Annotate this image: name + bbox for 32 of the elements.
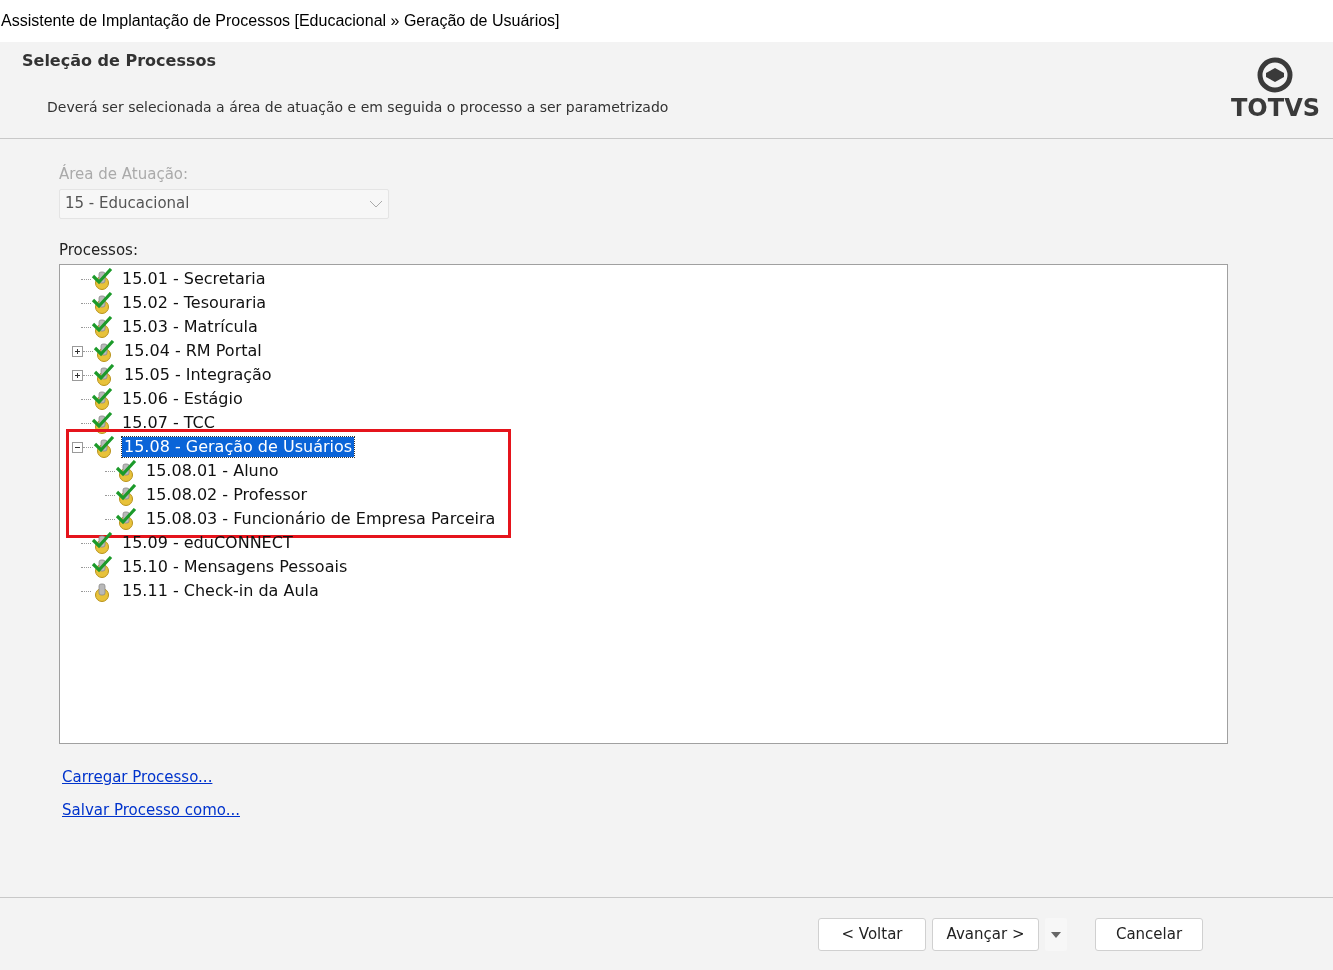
expand-icon[interactable]	[72, 369, 83, 381]
link[interactable]: Carregar Processo...	[62, 766, 213, 789]
tree-item[interactable]: 15.10 - Mensagens Pessoais	[120, 557, 350, 577]
next-button[interactable]: Avançar >	[932, 918, 1039, 951]
dropdown-button[interactable]	[1045, 918, 1067, 951]
tree-item[interactable]: 15.08.01 - Aluno	[144, 461, 281, 481]
field-label: Processos:	[59, 239, 139, 261]
cancel-button[interactable]: Cancelar	[1095, 918, 1203, 951]
section-description: Deverá ser selecionada a área de atuação e em seguida o processo a ser parametrizado	[47, 98, 669, 117]
tree-item[interactable]: 15.09 - eduCONNECT	[120, 533, 295, 553]
logo-icon	[1256, 56, 1295, 94]
tree-item[interactable]: 15.05 - Integração	[122, 365, 274, 385]
tree-item[interactable]: 15.06 - Estágio	[120, 389, 245, 409]
window-title: Assistente de Implantação de Processos [Educacional » Geração de Usuários]	[1, 11, 560, 31]
tree-item[interactable]: 15.03 - Matrícula	[120, 317, 260, 337]
tree-item[interactable]: 15.07 - TCC	[120, 413, 217, 433]
field-label: Área de Atuação:	[59, 163, 190, 185]
back-button[interactable]: < Voltar	[818, 918, 926, 951]
tree-item[interactable]: 15.02 - Tesouraria	[120, 293, 269, 313]
logo-text: TOTVS	[1231, 94, 1320, 122]
caret-icon	[1051, 931, 1061, 938]
tree-item[interactable]: 15.08.02 - Professor	[144, 485, 310, 505]
expand-icon[interactable]	[72, 345, 83, 357]
tree-item[interactable]: 15.01 - Secretaria	[120, 269, 268, 289]
link[interactable]: Salvar Processo como...	[62, 798, 240, 821]
chevron-down-icon	[369, 199, 383, 208]
tree-item[interactable]: 15.11 - Check-in da Aula	[120, 581, 321, 601]
tree-item[interactable]: 15.08.03 - Funcionário de Empresa Parceira	[144, 509, 498, 529]
section-title: Seleção de Processos	[22, 50, 217, 72]
collapse-icon[interactable]	[72, 441, 83, 453]
tree-item[interactable]: 15.04 - RM Portal	[122, 341, 264, 361]
tree-item[interactable]: 15.08 - Geração de Usuários	[122, 437, 355, 457]
